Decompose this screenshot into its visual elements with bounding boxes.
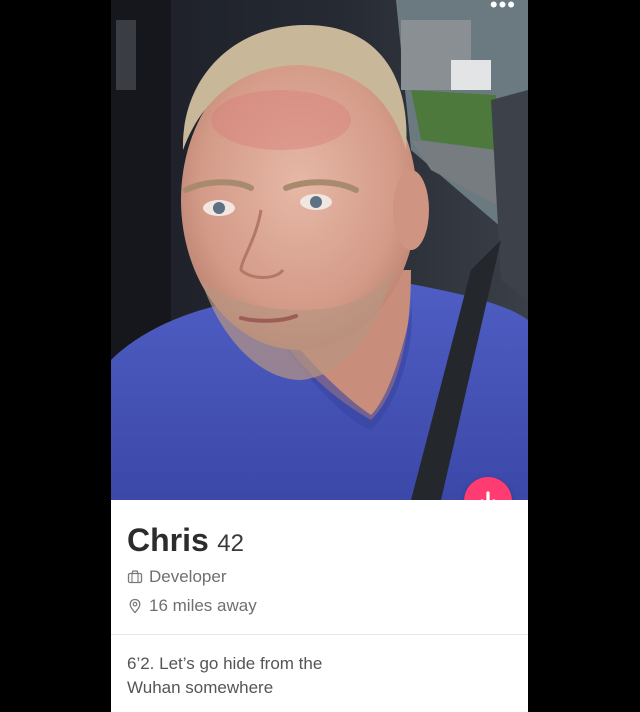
- name-age-row: Chris 42: [127, 522, 244, 559]
- profile-card[interactable]: ••• Chris 42 Developer 16 miles away 6’2…: [111, 0, 528, 712]
- job-row: Developer: [127, 567, 227, 587]
- distance-text: 16 miles away: [149, 596, 257, 615]
- profile-photo[interactable]: •••: [111, 0, 528, 500]
- profile-photo-image: [111, 0, 528, 500]
- divider: [111, 634, 528, 635]
- app-screen: ••• Chris 42 Developer 16 miles away 6’2…: [0, 0, 640, 712]
- job-title: Developer: [149, 567, 227, 586]
- profile-info: Chris 42 Developer 16 miles away 6’2. Le…: [111, 500, 528, 712]
- more-options-button[interactable]: •••: [490, 0, 516, 16]
- briefcase-icon: [127, 569, 143, 585]
- profile-bio: 6’2. Let’s go hide from the Wuhan somewh…: [127, 654, 323, 697]
- location-pin-icon: [127, 598, 143, 614]
- distance-row: 16 miles away: [127, 596, 257, 616]
- profile-name: Chris: [127, 522, 209, 558]
- profile-age: 42: [217, 530, 244, 557]
